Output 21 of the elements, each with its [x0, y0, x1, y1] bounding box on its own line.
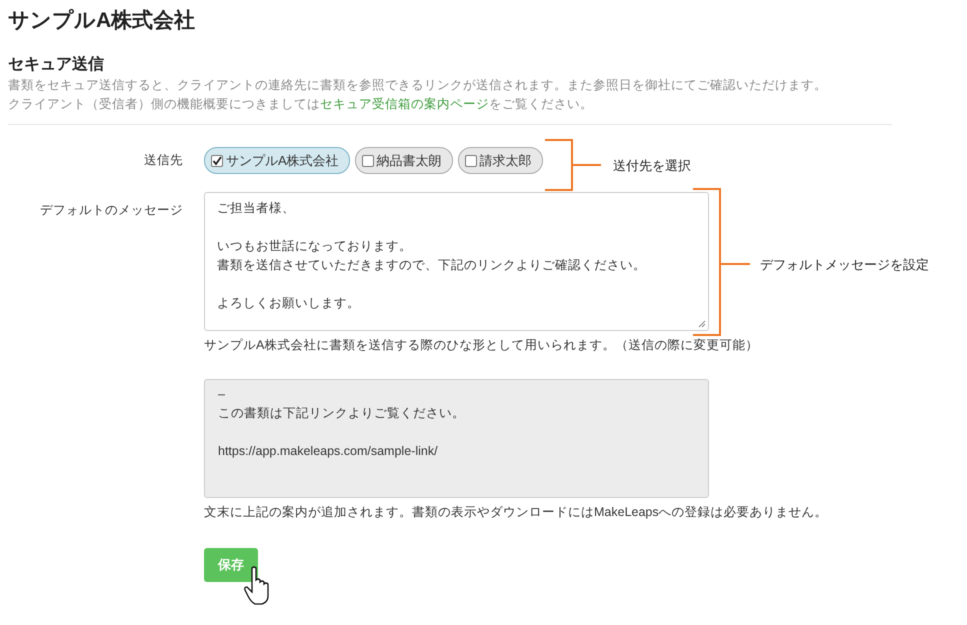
section-heading: セキュア送信 — [8, 54, 104, 75]
checkbox[interactable] — [362, 154, 374, 166]
message-field[interactable]: ご担当者様、 いつもお世話になっております。 書類を送信させていただきますので、下記のリンクよりご確認ください。 よろしくお願いします。 — [204, 192, 709, 331]
field-label: 送信先 — [144, 152, 183, 169]
signature-box: – この書類は下記リンクよりご覧ください。 https://app.makeleaps.com/sample-link/ — [204, 379, 709, 498]
page-title: サンプルA株式会社 — [8, 8, 196, 34]
checkbox[interactable] — [464, 154, 477, 166]
hint-text: 文末に上記の案内が追加されます。書類の表示やダウンロードにはMakeLeapsへの登録は必要ありません。 — [204, 504, 829, 521]
field-label: デフォルトのメッセージ — [40, 202, 183, 219]
description-text: クライアント（受信者）側の機能概要につきましてはセキュア受信箱の案内ページ をご覧ください。 — [8, 96, 594, 113]
callout-bracket — [545, 139, 602, 191]
checkbox[interactable] — [211, 154, 223, 166]
recipient-toggle[interactable]: 請求太郎 — [458, 147, 543, 174]
description-text: 書類をセキュア送信すると、クライアントの連絡先に書類を参照できるリンクが送信されます。また参照日を御社にてご確認いただけます。 — [8, 77, 828, 94]
recipient-toggle[interactable]: 納品書太朗 — [354, 147, 453, 174]
annotation-text: 送付先を選択 — [613, 157, 691, 175]
resize-handle-icon[interactable] — [698, 320, 706, 328]
hint-text: サンプルA株式会社に書類を送信する際のひな形として用いられます。（送信の際に変更可能） — [204, 337, 760, 354]
guide-link[interactable]: セキュア受信箱の案内ページ — [320, 97, 489, 111]
annotation-text: デフォルトメッセージを設定 — [760, 256, 929, 274]
recipient-toggle[interactable]: サンプルA株式会社 — [204, 147, 350, 174]
